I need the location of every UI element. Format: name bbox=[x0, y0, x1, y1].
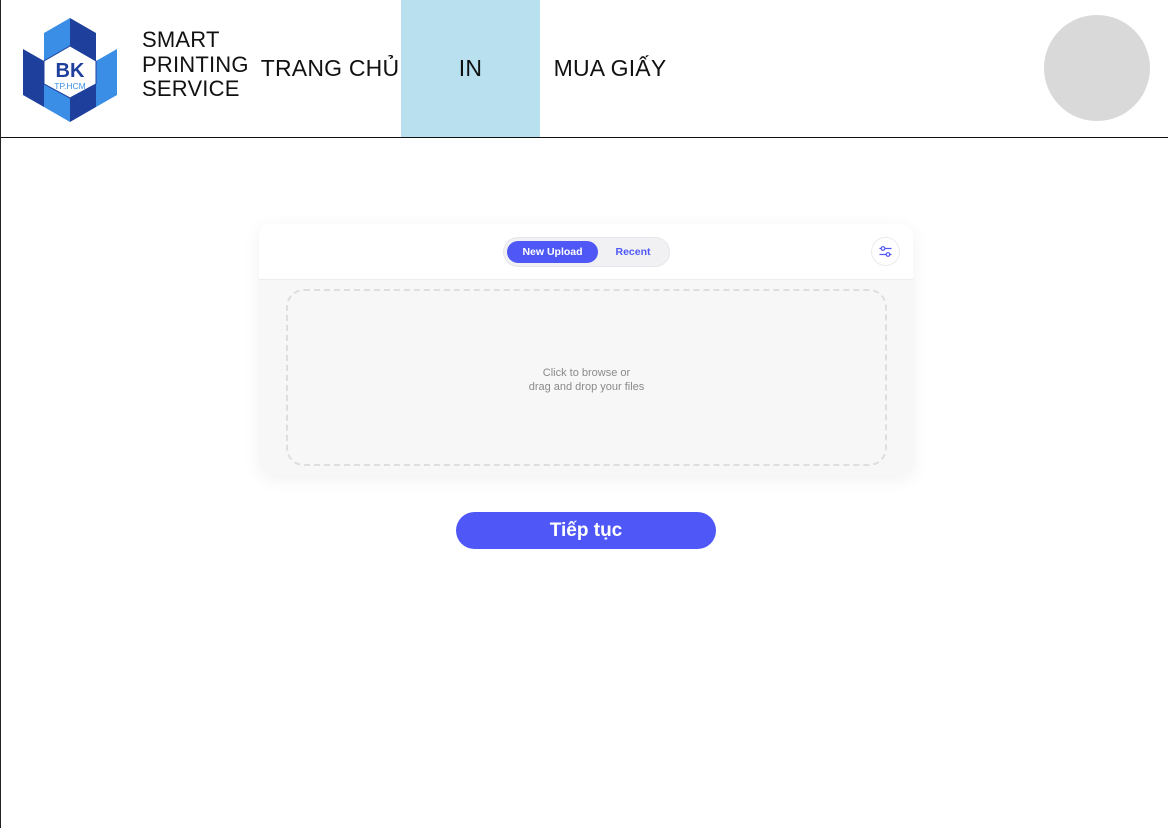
continue-button[interactable]: Tiếp tục bbox=[456, 512, 716, 549]
sliders-icon bbox=[879, 246, 892, 257]
brand-line-1: SMART bbox=[142, 27, 220, 52]
dropzone-hint-line-2: drag and drop your files bbox=[528, 381, 645, 393]
file-dropzone[interactable]: Click to browse or drag and drop your fi… bbox=[286, 289, 887, 466]
brand-line-2: PRINTING bbox=[142, 51, 249, 77]
upload-tab-switch: New Upload Recent bbox=[503, 237, 670, 267]
brand-line-3: SERVICE bbox=[142, 76, 240, 101]
nav-print[interactable]: IN bbox=[401, 0, 540, 137]
dropzone-hint-line-1: Click to browse or bbox=[542, 367, 631, 379]
nav-buy-paper[interactable]: MUA GIẤY bbox=[540, 0, 680, 137]
upload-card: New Upload Recent Click to browse or dra… bbox=[259, 224, 913, 475]
logo-text: BK bbox=[56, 60, 85, 82]
avatar[interactable] bbox=[1044, 15, 1150, 121]
dropzone-hint: Click to browse or drag and drop your fi… bbox=[288, 366, 885, 394]
app-frame: BK TP.HCM SMART PRINTING SERVICE TRANG C… bbox=[0, 0, 1168, 828]
bk-logo[interactable]: BK TP.HCM bbox=[15, 14, 125, 124]
nav-home[interactable]: TRANG CHỦ bbox=[259, 0, 401, 137]
logo-subtext: TP.HCM bbox=[54, 81, 86, 91]
tab-new-upload[interactable]: New Upload bbox=[507, 241, 598, 263]
upload-card-header: New Upload Recent bbox=[259, 224, 913, 280]
top-header: BK TP.HCM SMART PRINTING SERVICE TRANG C… bbox=[1, 0, 1168, 138]
filter-button[interactable] bbox=[871, 237, 900, 266]
tab-recent[interactable]: Recent bbox=[600, 241, 666, 263]
brand-name: SMART PRINTING SERVICE bbox=[142, 27, 249, 102]
